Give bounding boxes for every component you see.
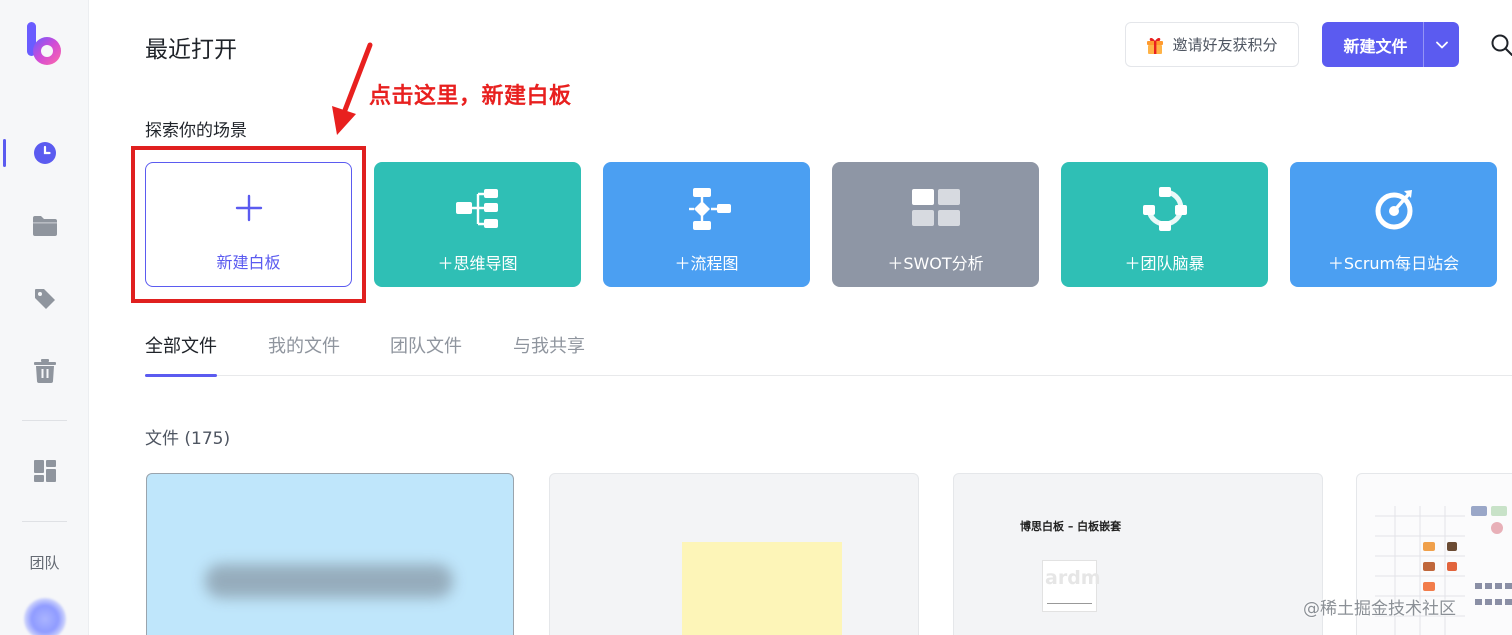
app-logo-icon[interactable] [25, 22, 65, 70]
sidebar: 团队 [0, 0, 89, 635]
thumbnail-title: 博思白板 – 白板嵌套 [1020, 520, 1122, 533]
team-avatar[interactable] [24, 598, 66, 635]
annotation-text: 点击这里，新建白板 [369, 84, 572, 109]
search-icon[interactable] [1490, 33, 1512, 57]
tab-team-files[interactable]: 团队文件 [390, 332, 462, 376]
scene-label-brainstorm: ＋团队脑暴 [1124, 254, 1205, 273]
sidebar-item-templates[interactable] [0, 451, 89, 491]
sidebar-item-folder[interactable] [0, 206, 89, 246]
sidebar-item-tags[interactable] [0, 279, 89, 319]
chevron-down-icon [1435, 41, 1448, 48]
file-tabs: 全部文件 我的文件 团队文件 与我共享 [145, 332, 1512, 377]
nested-board-text: ardm [1045, 567, 1101, 589]
scene-card-mindmap[interactable]: ＋思维导图 [374, 162, 581, 287]
files-count: 文件 (175) [145, 429, 231, 449]
sticky-note [682, 542, 842, 635]
sidebar-divider [22, 521, 67, 522]
trash-icon [33, 359, 56, 383]
scene-card-flowchart[interactable]: ＋流程图 [603, 162, 810, 287]
new-file-dropdown[interactable] [1423, 22, 1459, 67]
grid-icon [33, 460, 56, 482]
scrum-icon [1375, 190, 1413, 230]
file-thumbnail[interactable] [146, 473, 514, 635]
scene-label-swot: ＋SWOT分析 [887, 254, 984, 273]
folder-icon [32, 216, 57, 236]
tab-shared-with-me[interactable]: 与我共享 [513, 332, 585, 376]
sidebar-item-recent[interactable] [0, 133, 89, 173]
new-whiteboard-card[interactable]: 新建白板 [145, 162, 352, 287]
sidebar-divider [22, 420, 67, 421]
sidebar-item-trash[interactable] [0, 351, 89, 391]
mindmap-icon [456, 189, 498, 228]
blurred-content [205, 564, 453, 598]
clock-icon [33, 142, 56, 164]
nested-board-card: ardm [1042, 560, 1101, 612]
new-file-label: 新建文件 [1343, 36, 1408, 56]
nested-board-line [1047, 603, 1092, 604]
brainstorm-icon [1143, 187, 1187, 231]
app-root: 团队 最近打开 邀请好友获积分 新建文件 点击这里，新建白板 探索你的场景 新建… [0, 0, 1512, 635]
tab-all-files[interactable]: 全部文件 [145, 332, 217, 377]
new-file-button[interactable]: 新建文件 [1322, 22, 1459, 67]
tab-my-files[interactable]: 我的文件 [268, 332, 340, 376]
sidebar-team-label[interactable]: 团队 [0, 552, 89, 573]
scene-label-mindmap: ＋思维导图 [437, 254, 518, 273]
scene-card-brainstorm[interactable]: ＋团队脑暴 [1061, 162, 1268, 287]
swot-icon [912, 189, 960, 226]
scene-card-swot[interactable]: ＋SWOT分析 [832, 162, 1039, 287]
page-title: 最近打开 [145, 37, 237, 63]
gift-icon [1147, 37, 1164, 54]
flowchart-icon [689, 188, 731, 230]
invite-friends-button[interactable]: 邀请好友获积分 [1125, 22, 1299, 67]
tag-icon [34, 289, 55, 309]
scene-card-scrum[interactable]: ＋Scrum每日站会 [1290, 162, 1497, 287]
watermark: @稀土掘金技术社区 [1303, 599, 1456, 619]
scene-label-scrum: ＋Scrum每日站会 [1327, 254, 1460, 273]
new-whiteboard-label: 新建白板 [216, 253, 281, 272]
file-thumbnail[interactable]: 博思白板 – 白板嵌套 ardm [953, 473, 1323, 635]
scenes-section-label: 探索你的场景 [145, 121, 247, 141]
scene-label-flowchart: ＋流程图 [674, 254, 739, 273]
plus-icon [235, 194, 263, 222]
file-thumbnail[interactable] [549, 473, 919, 635]
invite-friends-label: 邀请好友获积分 [1172, 36, 1278, 54]
